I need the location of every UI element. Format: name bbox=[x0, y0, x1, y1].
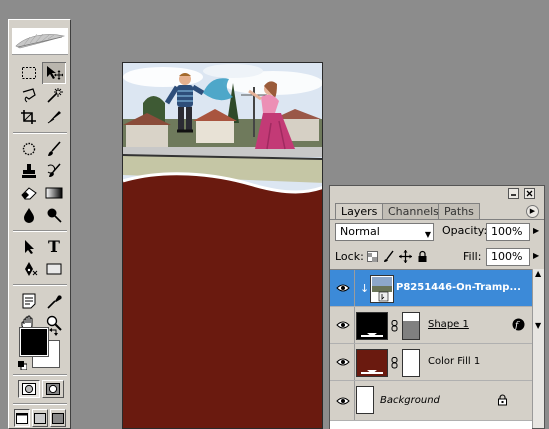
layer-effects-icon[interactable]: f bbox=[512, 318, 525, 334]
color-fill-shape bbox=[123, 173, 322, 428]
lock-image-pixels-icon[interactable] bbox=[383, 250, 395, 266]
type-tool-icon[interactable]: T bbox=[42, 236, 66, 258]
toolbox-divider bbox=[13, 230, 67, 232]
layers-list: ↓ P8251446-On-Tramp... Shape 1 f Color F… bbox=[330, 269, 532, 429]
link-chain-icon bbox=[391, 320, 399, 335]
rectangle-shape-tool-icon[interactable] bbox=[42, 258, 66, 280]
visibility-eye-icon[interactable] bbox=[332, 307, 355, 343]
layer-row-shape[interactable]: Shape 1 f bbox=[330, 307, 532, 344]
gradient-tool-icon[interactable] bbox=[42, 182, 66, 204]
visibility-eye-icon[interactable] bbox=[332, 344, 355, 380]
move-tool-icon[interactable] bbox=[42, 62, 66, 84]
vector-mask-thumbnail bbox=[402, 312, 420, 340]
brush-tool-icon[interactable] bbox=[42, 138, 66, 160]
clipping-arrow-icon: ↓ bbox=[360, 282, 370, 295]
toolbox-divider bbox=[13, 284, 67, 286]
canvas-artwork bbox=[123, 63, 322, 428]
opacity-value: 100% bbox=[491, 225, 523, 238]
magic-wand-tool-icon[interactable] bbox=[42, 84, 66, 106]
lasso-tool-icon[interactable] bbox=[17, 84, 41, 106]
blur-tool-icon[interactable] bbox=[17, 204, 41, 226]
fill-label: Fill: bbox=[463, 250, 482, 263]
lock-transparent-pixels-icon[interactable] bbox=[367, 251, 378, 262]
palette-menu-icon[interactable]: ▶ bbox=[526, 205, 539, 218]
full-screen-menu-mode-button[interactable] bbox=[32, 409, 48, 427]
type-tool-glyph: T bbox=[48, 237, 60, 256]
scroll-up-icon[interactable]: ▲ bbox=[535, 269, 541, 278]
lock-position-icon[interactable] bbox=[399, 250, 412, 266]
clone-stamp-tool-icon[interactable] bbox=[17, 160, 41, 182]
close-palette-icon[interactable] bbox=[524, 188, 535, 199]
layer-name-photo[interactable]: P8251446-On-Tramp... bbox=[396, 282, 521, 294]
tab-underline bbox=[330, 219, 544, 220]
layers-palette: Layers Channels Paths ▶ Normal ▼ Opacity… bbox=[329, 185, 545, 429]
eyedropper-tool-icon[interactable] bbox=[42, 290, 66, 312]
default-colors-icon[interactable] bbox=[18, 360, 28, 371]
minimize-palette-icon[interactable] bbox=[508, 188, 519, 199]
full-screen-mode-button[interactable] bbox=[50, 409, 66, 427]
toolbox-divider bbox=[13, 374, 67, 376]
eraser-tool-icon[interactable] bbox=[17, 182, 41, 204]
visibility-eye-icon[interactable] bbox=[332, 270, 355, 306]
path-selection-tool-icon[interactable] bbox=[17, 236, 41, 258]
lock-icon bbox=[497, 394, 508, 409]
pen-tool-icon[interactable] bbox=[17, 258, 41, 280]
dodge-tool-icon[interactable] bbox=[42, 204, 66, 226]
marquee-tool-icon[interactable] bbox=[17, 62, 41, 84]
layers-scrollbar[interactable]: ▲ ▼ bbox=[532, 269, 544, 428]
chevron-down-icon: ▼ bbox=[424, 230, 431, 239]
layer-row-background[interactable]: Background bbox=[330, 381, 532, 421]
link-chain-icon bbox=[391, 357, 399, 372]
layer-name-shape[interactable]: Shape 1 bbox=[428, 319, 469, 331]
layer-name-background[interactable]: Background bbox=[380, 395, 440, 407]
notes-tool-icon[interactable] bbox=[17, 290, 41, 312]
photoshop-feather-logo[interactable] bbox=[12, 28, 68, 55]
opacity-label: Opacity: bbox=[442, 224, 488, 237]
fill-input[interactable]: 100% bbox=[486, 248, 530, 266]
fill-arrow-icon[interactable]: ▶ bbox=[533, 251, 539, 260]
foreground-color-swatch[interactable] bbox=[19, 327, 49, 357]
tab-layers[interactable]: Layers bbox=[335, 203, 384, 220]
tools-palette: T bbox=[8, 19, 71, 429]
fill-value: 100% bbox=[491, 250, 523, 263]
lock-all-icon[interactable] bbox=[417, 250, 428, 266]
layer-name-color-fill[interactable]: Color Fill 1 bbox=[428, 356, 480, 368]
history-brush-tool-icon[interactable] bbox=[42, 160, 66, 182]
layer-thumbnail-color-fill bbox=[356, 349, 388, 377]
healing-brush-tool-icon[interactable] bbox=[17, 138, 41, 160]
document-canvas[interactable] bbox=[122, 62, 323, 429]
slice-tool-icon[interactable] bbox=[42, 106, 66, 128]
toolbox-divider bbox=[13, 132, 67, 134]
quick-mask-mode-button[interactable] bbox=[42, 380, 64, 398]
swap-colors-icon[interactable] bbox=[49, 327, 59, 340]
tab-channels[interactable]: Channels bbox=[382, 203, 445, 219]
lock-label: Lock: bbox=[335, 250, 364, 263]
standard-screen-mode-button[interactable] bbox=[14, 409, 30, 427]
layer-row-photo[interactable]: ↓ P8251446-On-Tramp... bbox=[330, 270, 532, 307]
opacity-input[interactable]: 100% bbox=[486, 223, 530, 241]
layer-thumbnail-background bbox=[356, 386, 374, 414]
layer-mask-thumbnail bbox=[402, 349, 420, 377]
blend-mode-value: Normal bbox=[340, 225, 380, 238]
visibility-eye-icon[interactable] bbox=[332, 381, 355, 420]
opacity-arrow-icon[interactable]: ▶ bbox=[533, 226, 539, 235]
layer-thumbnail-photo bbox=[370, 275, 394, 303]
standard-mode-button[interactable] bbox=[18, 380, 40, 398]
scroll-thumb-arrow-icon[interactable]: ▼ bbox=[535, 321, 541, 330]
palette-titlebar[interactable] bbox=[330, 186, 544, 201]
tab-paths[interactable]: Paths bbox=[438, 203, 480, 219]
layer-row-color-fill[interactable]: Color Fill 1 bbox=[330, 344, 532, 381]
toolbox-divider bbox=[13, 403, 67, 405]
blend-mode-select[interactable]: Normal ▼ bbox=[335, 223, 434, 241]
crop-tool-icon[interactable] bbox=[17, 106, 41, 128]
layer-thumbnail-shape bbox=[356, 312, 388, 340]
